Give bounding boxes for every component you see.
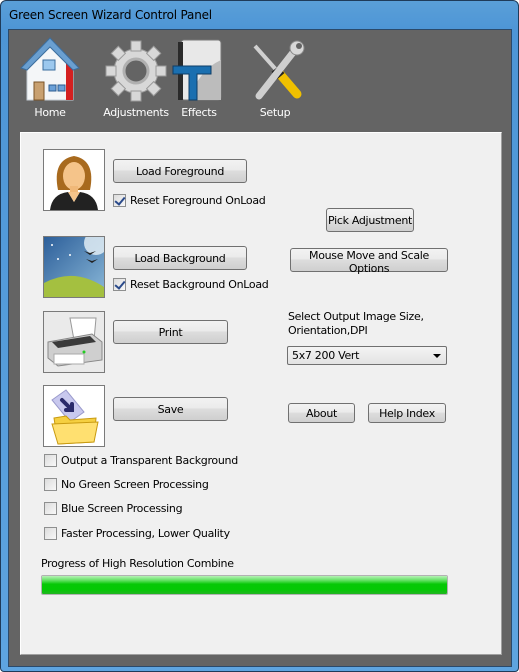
print-button[interactable]: Print — [113, 320, 228, 344]
tools-icon — [253, 40, 305, 100]
chevron-down-icon — [433, 354, 441, 358]
save-button[interactable]: Save — [113, 397, 228, 421]
checkbox-box[interactable] — [113, 278, 126, 291]
landscape-icon — [44, 237, 104, 297]
toolbar-home[interactable]: Home — [17, 30, 83, 119]
window-title: Green Screen Wizard Control Panel — [9, 8, 212, 22]
progress-bar — [41, 575, 448, 595]
reset-foreground-checkbox[interactable]: Reset Foreground OnLoad — [113, 194, 266, 207]
print-thumbnail — [43, 311, 105, 373]
checkbox-box[interactable] — [44, 527, 57, 540]
output-size-label: Select Output Image Size, — [288, 310, 424, 323]
toolbar-home-label: Home — [34, 106, 66, 119]
output-size-value: 5x7 200 Vert — [292, 349, 360, 362]
toolbar-adjustments[interactable]: Adjustments — [101, 30, 171, 119]
output-size-label-line2: Orientation,DPI — [288, 324, 368, 337]
background-thumbnail — [43, 236, 105, 298]
reset-background-label: Reset Background OnLoad — [130, 278, 269, 291]
transparent-background-checkbox[interactable]: Output a Transparent Background — [44, 454, 238, 467]
foreground-thumbnail — [43, 149, 105, 211]
about-button[interactable]: About — [288, 403, 355, 423]
toolbar-adjustments-label: Adjustments — [103, 106, 169, 119]
toolbar-effects-label: Effects — [181, 106, 217, 119]
toolbar-effects[interactable]: Effects — [169, 30, 229, 119]
output-size-dropdown[interactable]: 5x7 200 Vert — [287, 346, 447, 365]
blue-screen-checkbox[interactable]: Blue Screen Processing — [44, 502, 183, 515]
pick-adjustment-button[interactable]: Pick Adjustment — [326, 208, 414, 232]
save-thumbnail — [43, 385, 105, 447]
checkbox-box[interactable] — [44, 478, 57, 491]
mouse-move-scale-options-button[interactable]: Mouse Move and Scale Options — [290, 248, 448, 275]
app-window: Green Screen Wizard Control Panel Home A… — [0, 0, 519, 672]
toolbar-setup-label: Setup — [259, 106, 291, 119]
client-area: Home Adjustments Effects Setup Load Fore… — [8, 29, 512, 667]
reset-foreground-label: Reset Foreground OnLoad — [130, 194, 266, 207]
blue-screen-label: Blue Screen Processing — [61, 502, 183, 515]
no-green-screen-checkbox[interactable]: No Green Screen Processing — [44, 478, 209, 491]
toolbar-setup[interactable]: Setup — [245, 30, 305, 119]
text-effects-icon — [172, 39, 222, 101]
transparent-background-label: Output a Transparent Background — [61, 454, 238, 467]
checkbox-box[interactable] — [44, 454, 57, 467]
load-background-button[interactable]: Load Background — [113, 246, 247, 270]
faster-processing-label: Faster Processing, Lower Quality — [61, 527, 230, 540]
gear-icon — [105, 40, 167, 102]
progress-label: Progress of High Resolution Combine — [41, 557, 234, 570]
checkbox-box[interactable] — [44, 502, 57, 515]
faster-processing-checkbox[interactable]: Faster Processing, Lower Quality — [44, 527, 230, 540]
reset-background-checkbox[interactable]: Reset Background OnLoad — [113, 278, 269, 291]
control-panel: Load Foreground Reset Foreground OnLoad … — [20, 132, 502, 655]
checkbox-box[interactable] — [113, 194, 126, 207]
save-folder-icon — [51, 389, 99, 445]
help-index-button[interactable]: Help Index — [368, 403, 446, 423]
load-foreground-button[interactable]: Load Foreground — [113, 159, 247, 183]
person-icon — [50, 156, 98, 210]
progress-fill — [42, 576, 447, 594]
home-icon — [20, 37, 80, 101]
no-green-screen-label: No Green Screen Processing — [61, 478, 209, 491]
printer-icon — [44, 312, 104, 372]
